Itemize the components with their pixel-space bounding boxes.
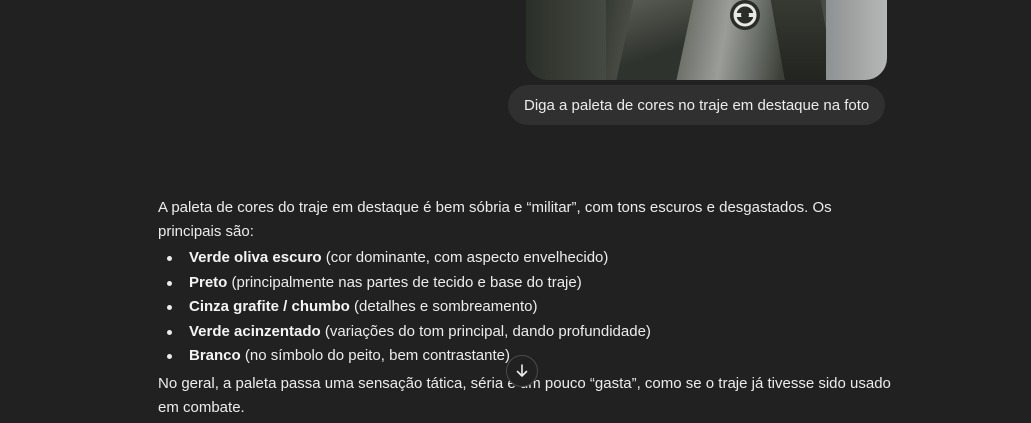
- image-background-right: [826, 0, 887, 80]
- arrow-down-icon: [516, 364, 528, 377]
- list-item-bold: Preto: [189, 273, 228, 291]
- chat-page: Diga a paleta de cores no traje em desta…: [0, 0, 1031, 423]
- assistant-message: A paleta de cores do traje em destaque é…: [158, 196, 898, 420]
- list-item-bold: Branco: [189, 347, 241, 364]
- image-fold: [616, 0, 696, 80]
- image-shade: [526, 0, 606, 80]
- assistant-intro: A paleta de cores do traje em destaque é…: [158, 199, 832, 240]
- color-list: Verde oliva escuro (cor dominante, com a…: [158, 246, 898, 369]
- image-fold: [767, 0, 835, 80]
- list-item-bold: Verde acinzentado: [189, 322, 321, 340]
- scroll-down-button[interactable]: [506, 355, 538, 387]
- list-item-text: (principalmente nas partes de tecido e b…: [227, 273, 582, 291]
- list-item: Cinza grafite / chumbo (detalhes e sombr…: [158, 295, 898, 320]
- user-message-bubble: Diga a paleta de cores no traje em desta…: [508, 85, 886, 125]
- chest-symbol-icon: [730, 0, 760, 30]
- list-item-text: (detalhes e sombreamento): [349, 298, 538, 315]
- list-item-bold: Cinza grafite / chumbo: [189, 298, 350, 315]
- list-item-text: (no símbolo do peito, bem contrastante): [240, 347, 510, 364]
- list-item-text: (cor dominante, com aspecto envelhecido): [321, 249, 609, 266]
- user-uploaded-image[interactable]: [526, 0, 887, 80]
- list-item: Preto (principalmente nas partes de teci…: [158, 271, 898, 296]
- list-item: Verde acinzentado (variações do tom prin…: [158, 320, 898, 345]
- list-item-bold: Verde oliva escuro: [189, 249, 322, 266]
- list-item: Verde oliva escuro (cor dominante, com a…: [158, 246, 898, 271]
- list-item-text: (variações do tom principal, dando profu…: [320, 322, 651, 340]
